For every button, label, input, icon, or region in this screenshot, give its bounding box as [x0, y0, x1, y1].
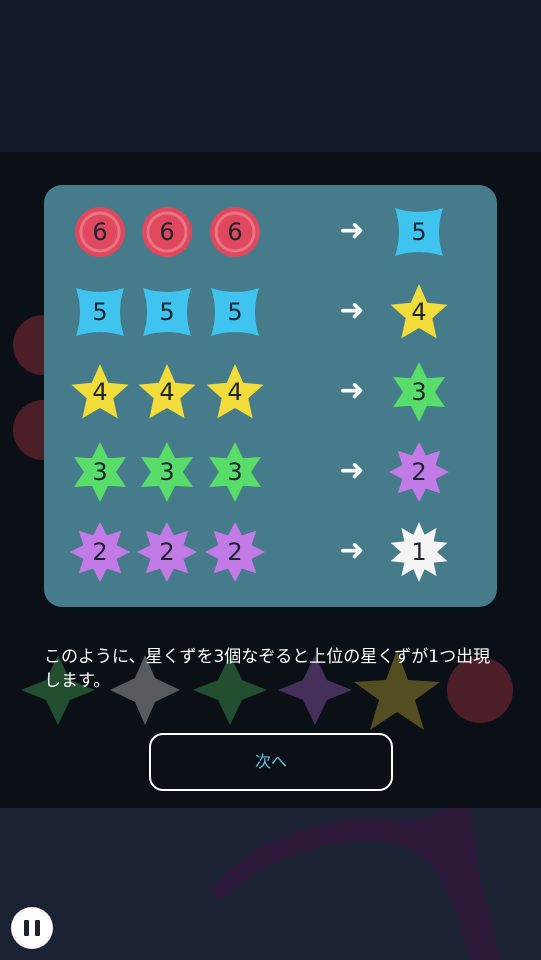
- piece-value: 3: [159, 458, 175, 486]
- piece-value: 5: [411, 218, 427, 246]
- stardust-star5-piece: 4: [205, 362, 265, 422]
- result-star5-piece: 4: [389, 282, 449, 342]
- arrow-right-icon: ➜: [339, 453, 365, 488]
- piece-value: 2: [92, 538, 108, 566]
- stardust-star6-piece: 3: [70, 442, 130, 502]
- stardust-diamond4-piece: 5: [137, 282, 197, 342]
- stardust-star6-piece: 3: [205, 442, 265, 502]
- piece-value: 4: [411, 298, 427, 326]
- stardust-star8-piece: 2: [70, 522, 130, 582]
- piece-value: 5: [92, 298, 108, 326]
- merge-rule-row: 6 6 6 ➜ 5: [44, 202, 497, 262]
- result-star6-piece: 3: [389, 362, 449, 422]
- result-star8-piece: 2: [389, 442, 449, 502]
- piece-value: 5: [159, 298, 175, 326]
- piece-value: 6: [92, 218, 108, 246]
- tutorial-panel: 6 6 6 ➜ 5 5 5 5 ➜ 4 4 4 4 ➜ 3 3 3 3 ➜ 2 2 2 2 ➜ 1: [44, 185, 497, 607]
- pause-button[interactable]: [11, 907, 53, 949]
- result-star10-piece: 1: [389, 522, 449, 582]
- piece-value: 5: [227, 298, 243, 326]
- piece-value: 4: [92, 378, 108, 406]
- stardust-diamond4-piece: 5: [205, 282, 265, 342]
- merge-rule-row: 4 4 4 ➜ 3: [44, 362, 497, 422]
- piece-value: 3: [227, 458, 243, 486]
- result-diamond4-piece: 5: [389, 202, 449, 262]
- stardust-circle-piece: 6: [137, 202, 197, 262]
- stardust-circle-piece: 6: [70, 202, 130, 262]
- stardust-circle-piece: 6: [205, 202, 265, 262]
- stardust-star5-piece: 4: [137, 362, 197, 422]
- arrow-right-icon: ➜: [339, 293, 365, 328]
- arrow-right-icon: ➜: [339, 533, 365, 568]
- tutorial-message: このように、星くずを3個なぞると上位の星くずが1つ出現します。: [44, 647, 491, 691]
- piece-value: 6: [227, 218, 243, 246]
- stardust-star8-piece: 2: [137, 522, 197, 582]
- merge-rule-row: 2 2 2 ➜ 1: [44, 522, 497, 582]
- piece-value: 6: [159, 218, 175, 246]
- stardust-diamond4-piece: 5: [70, 282, 130, 342]
- piece-value: 3: [411, 378, 427, 406]
- piece-value: 4: [159, 378, 175, 406]
- merge-rule-grid: 6 6 6 ➜ 5 5 5 5 ➜ 4 4 4 4 ➜ 3 3 3 3 ➜ 2 2 2 2 ➜ 1: [44, 185, 497, 607]
- merge-rule-row: 3 3 3 ➜ 2: [44, 442, 497, 502]
- next-button[interactable]: 次へ: [149, 733, 393, 791]
- stardust-star5-piece: 4: [70, 362, 130, 422]
- stardust-star6-piece: 3: [137, 442, 197, 502]
- piece-value: 3: [92, 458, 108, 486]
- piece-value: 2: [227, 538, 243, 566]
- stardust-star8-piece: 2: [205, 522, 265, 582]
- piece-value: 2: [159, 538, 175, 566]
- piece-value: 4: [227, 378, 243, 406]
- arrow-right-icon: ➜: [339, 213, 365, 248]
- piece-value: 2: [411, 458, 427, 486]
- piece-value: 1: [411, 538, 427, 566]
- arrow-right-icon: ➜: [339, 373, 365, 408]
- merge-rule-row: 5 5 5 ➜ 4: [44, 282, 497, 342]
